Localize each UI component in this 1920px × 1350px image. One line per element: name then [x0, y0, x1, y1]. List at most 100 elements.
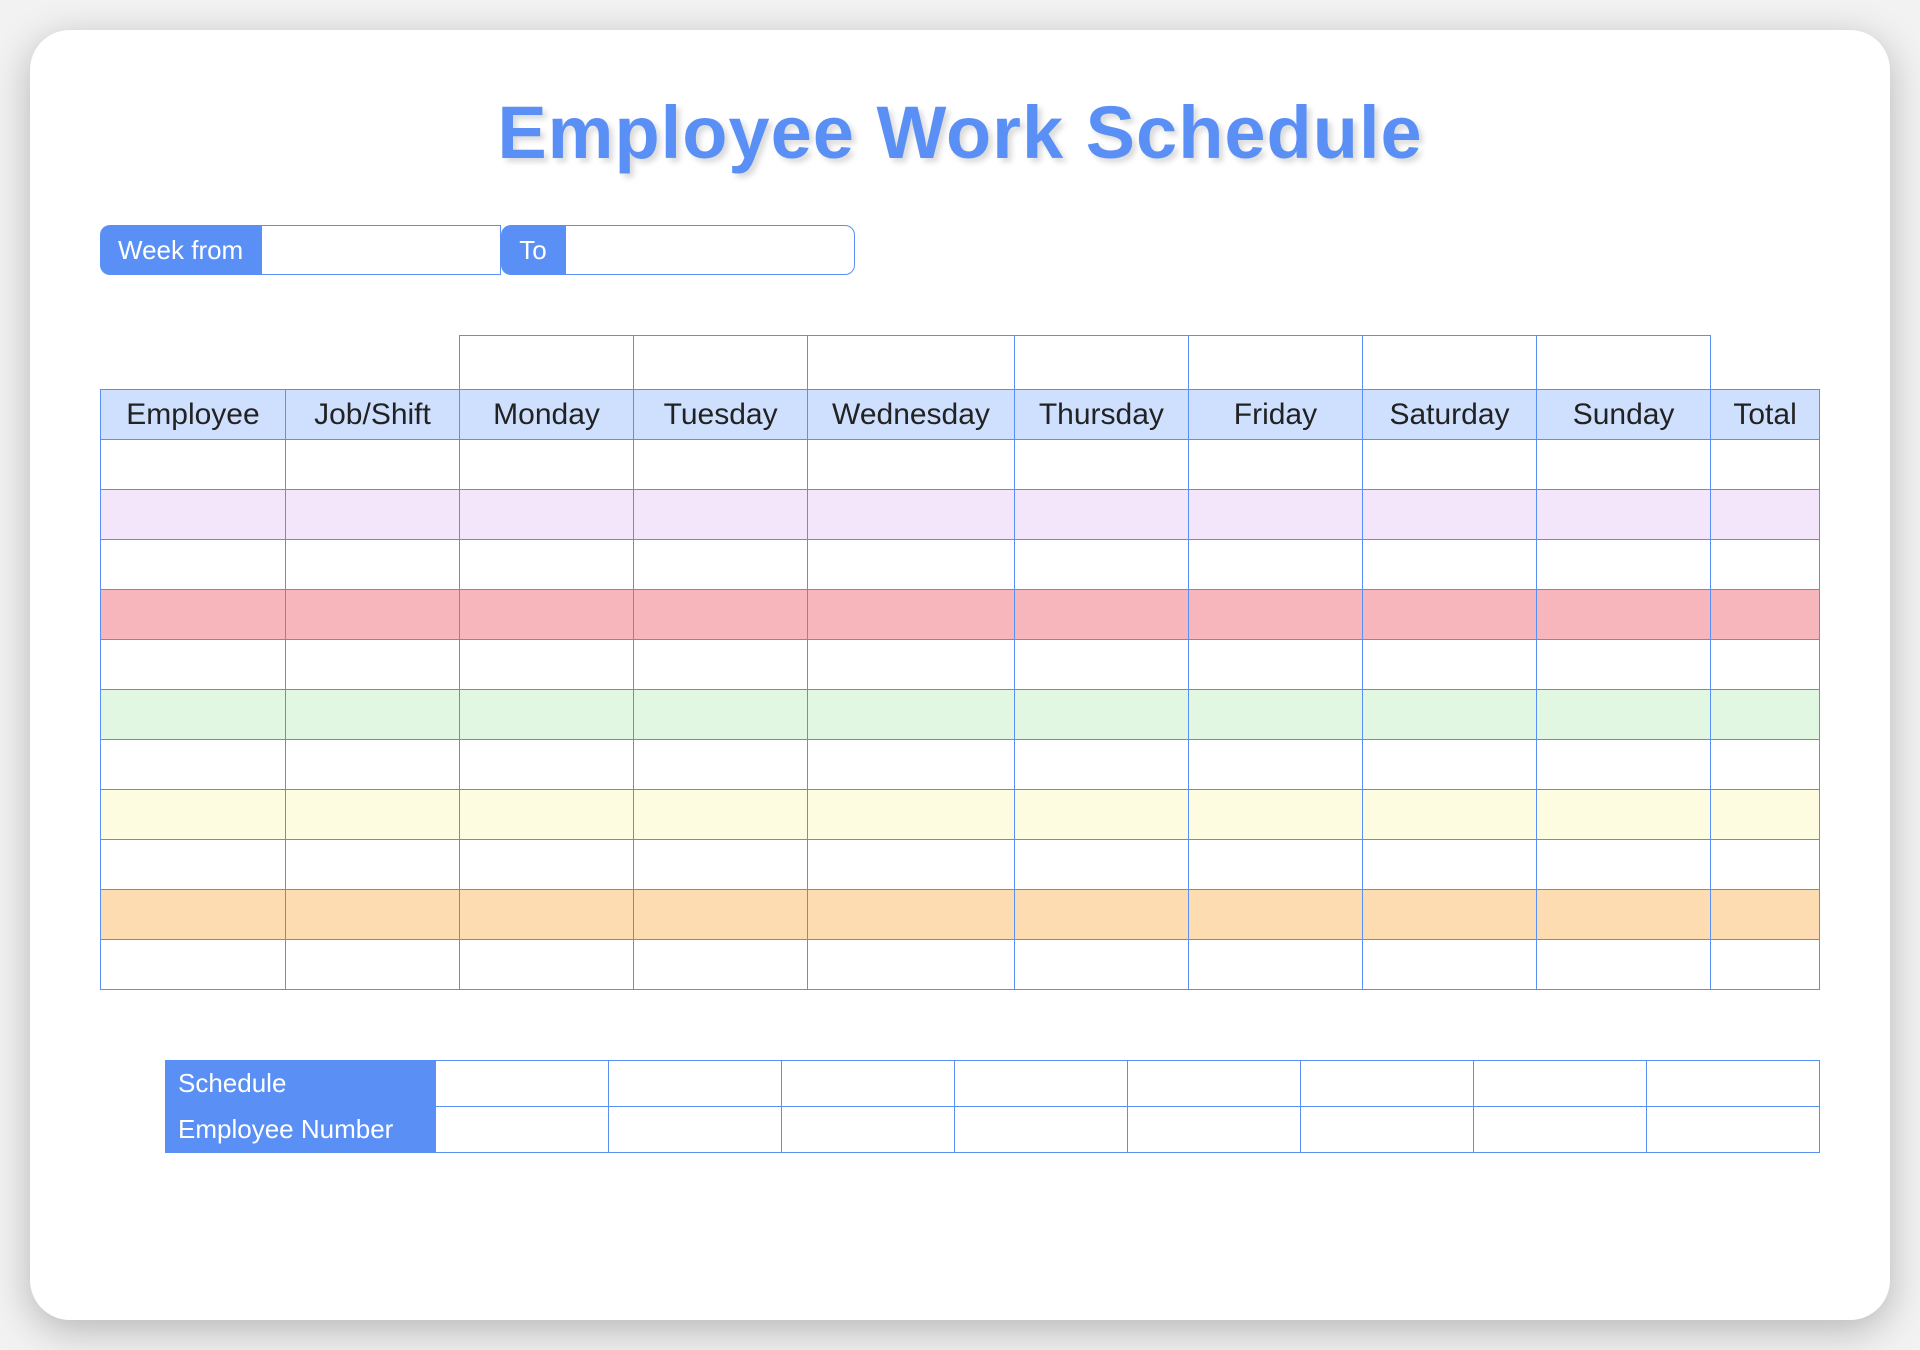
footer-cell[interactable]	[1474, 1107, 1647, 1153]
date-cell-sun[interactable]	[1537, 336, 1711, 390]
footer-cell[interactable]	[1647, 1061, 1820, 1107]
date-cell-fri[interactable]	[1188, 336, 1362, 390]
cell[interactable]	[460, 940, 634, 990]
date-cell-sat[interactable]	[1362, 336, 1536, 390]
cell[interactable]	[101, 890, 286, 940]
footer-cell[interactable]	[1128, 1061, 1301, 1107]
cell[interactable]	[1537, 740, 1711, 790]
footer-cell[interactable]	[1647, 1107, 1820, 1153]
cell[interactable]	[1711, 890, 1820, 940]
cell[interactable]	[1362, 940, 1536, 990]
cell[interactable]	[1537, 890, 1711, 940]
cell[interactable]	[285, 690, 459, 740]
footer-cell[interactable]	[609, 1061, 782, 1107]
cell[interactable]	[634, 540, 808, 590]
cell[interactable]	[1014, 840, 1188, 890]
cell[interactable]	[1014, 790, 1188, 840]
cell[interactable]	[1014, 440, 1188, 490]
cell[interactable]	[1711, 690, 1820, 740]
cell[interactable]	[1537, 640, 1711, 690]
cell[interactable]	[1014, 690, 1188, 740]
cell[interactable]	[460, 740, 634, 790]
cell[interactable]	[285, 740, 459, 790]
cell[interactable]	[1537, 840, 1711, 890]
cell[interactable]	[1014, 490, 1188, 540]
cell[interactable]	[285, 840, 459, 890]
cell[interactable]	[634, 940, 808, 990]
cell[interactable]	[808, 890, 1015, 940]
cell[interactable]	[1188, 640, 1362, 690]
week-to-input[interactable]	[565, 225, 855, 275]
cell[interactable]	[460, 890, 634, 940]
cell[interactable]	[285, 890, 459, 940]
cell[interactable]	[1362, 440, 1536, 490]
footer-cell[interactable]	[1128, 1107, 1301, 1153]
cell[interactable]	[1188, 540, 1362, 590]
cell[interactable]	[1537, 590, 1711, 640]
cell[interactable]	[634, 440, 808, 490]
footer-cell[interactable]	[1301, 1061, 1474, 1107]
cell[interactable]	[1188, 590, 1362, 640]
footer-cell[interactable]	[436, 1107, 609, 1153]
cell[interactable]	[285, 540, 459, 590]
cell[interactable]	[634, 490, 808, 540]
cell[interactable]	[1711, 840, 1820, 890]
cell[interactable]	[285, 490, 459, 540]
cell[interactable]	[1362, 890, 1536, 940]
cell[interactable]	[101, 740, 286, 790]
cell[interactable]	[101, 790, 286, 840]
cell[interactable]	[1711, 540, 1820, 590]
cell[interactable]	[1188, 690, 1362, 740]
footer-cell[interactable]	[609, 1107, 782, 1153]
cell[interactable]	[1537, 790, 1711, 840]
date-cell-wed[interactable]	[808, 336, 1015, 390]
cell[interactable]	[285, 940, 459, 990]
cell[interactable]	[1188, 940, 1362, 990]
cell[interactable]	[1711, 790, 1820, 840]
cell[interactable]	[1537, 940, 1711, 990]
cell[interactable]	[808, 640, 1015, 690]
cell[interactable]	[1188, 840, 1362, 890]
cell[interactable]	[101, 590, 286, 640]
footer-cell[interactable]	[1301, 1107, 1474, 1153]
cell[interactable]	[808, 940, 1015, 990]
cell[interactable]	[460, 490, 634, 540]
cell[interactable]	[1711, 940, 1820, 990]
date-cell-tue[interactable]	[634, 336, 808, 390]
cell[interactable]	[1362, 540, 1536, 590]
cell[interactable]	[1188, 490, 1362, 540]
cell[interactable]	[808, 440, 1015, 490]
cell[interactable]	[1014, 640, 1188, 690]
cell[interactable]	[460, 440, 634, 490]
cell[interactable]	[634, 790, 808, 840]
cell[interactable]	[634, 640, 808, 690]
footer-cell[interactable]	[1474, 1061, 1647, 1107]
cell[interactable]	[1188, 790, 1362, 840]
cell[interactable]	[1362, 490, 1536, 540]
cell[interactable]	[460, 790, 634, 840]
cell[interactable]	[808, 790, 1015, 840]
cell[interactable]	[1362, 740, 1536, 790]
cell[interactable]	[1537, 690, 1711, 740]
cell[interactable]	[285, 590, 459, 640]
cell[interactable]	[808, 740, 1015, 790]
cell[interactable]	[1362, 690, 1536, 740]
cell[interactable]	[1188, 440, 1362, 490]
cell[interactable]	[101, 840, 286, 890]
cell[interactable]	[101, 640, 286, 690]
cell[interactable]	[1014, 890, 1188, 940]
cell[interactable]	[1014, 590, 1188, 640]
cell[interactable]	[1537, 440, 1711, 490]
footer-cell[interactable]	[436, 1061, 609, 1107]
cell[interactable]	[285, 440, 459, 490]
cell[interactable]	[460, 540, 634, 590]
cell[interactable]	[460, 640, 634, 690]
cell[interactable]	[101, 690, 286, 740]
cell[interactable]	[101, 440, 286, 490]
cell[interactable]	[101, 490, 286, 540]
cell[interactable]	[1362, 590, 1536, 640]
footer-cell[interactable]	[782, 1061, 955, 1107]
cell[interactable]	[1188, 890, 1362, 940]
footer-cell[interactable]	[955, 1107, 1128, 1153]
date-cell-mon[interactable]	[460, 336, 634, 390]
